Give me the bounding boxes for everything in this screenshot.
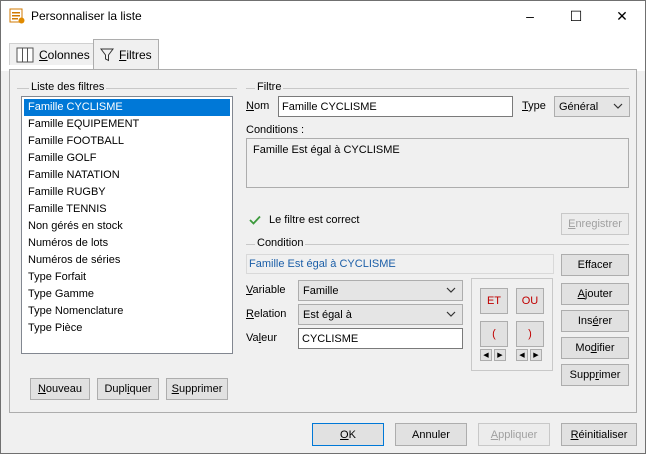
list-item[interactable]: Type Gamme — [24, 286, 230, 303]
list-item[interactable]: Famille GOLF — [24, 150, 230, 167]
open-paren-right-button[interactable]: ▶ — [494, 349, 506, 361]
close-button[interactable]: ✕ — [599, 1, 645, 31]
condition-group-title: Condition — [255, 237, 306, 249]
minimize-button[interactable]: – — [507, 1, 553, 31]
condition-preview: Famille Est égal à CYCLISME — [246, 254, 554, 274]
filter-group-title: Filtre — [255, 81, 284, 93]
list-item[interactable]: Famille RUGBY — [24, 184, 230, 201]
clear-condition-button[interactable]: Effacer — [561, 254, 629, 276]
reset-button[interactable]: Réinitialiser — [561, 423, 637, 446]
save-filter-button[interactable]: Enregistrer — [561, 213, 629, 235]
list-settings-icon — [9, 8, 25, 24]
and-operator-button[interactable]: ET — [480, 288, 508, 314]
apply-button[interactable]: Appliquer — [478, 423, 550, 446]
list-item[interactable]: Non gérés en stock — [24, 218, 230, 235]
delete-condition-button[interactable]: Supp r imer — [561, 364, 629, 386]
name-input[interactable]: Famille CYCLISME — [278, 96, 513, 117]
filter-group-line — [246, 88, 629, 89]
close-paren-right-button[interactable]: ▶ — [530, 349, 542, 361]
modify-condition-button[interactable]: Mo d ifier — [561, 337, 629, 359]
new-filter-button[interactable]: Nouveau — [30, 378, 90, 400]
type-label: Type — [522, 100, 546, 112]
list-item[interactable]: Type Forfait — [24, 269, 230, 286]
list-item[interactable]: Famille CYCLISME — [24, 99, 230, 116]
list-item[interactable]: Famille TENNIS — [24, 201, 230, 218]
relation-select-value: Est égal à — [303, 308, 352, 321]
check-icon — [249, 215, 261, 225]
variable-select-value: Famille — [303, 284, 339, 297]
open-paren-button[interactable]: ( — [480, 321, 508, 347]
list-item[interactable]: Famille FOOTBALL — [24, 133, 230, 150]
filters-list-group-title: Liste des filtres — [29, 81, 107, 93]
delete-filter-button[interactable]: Supprimer — [166, 378, 228, 400]
list-item[interactable]: Type Pièce — [24, 320, 230, 337]
tab-colonnes[interactable]: Colonnes — [9, 43, 97, 65]
variable-select[interactable]: Famille — [298, 280, 463, 301]
open-paren-left-button[interactable]: ◀ — [480, 349, 492, 361]
ok-button[interactable]: OK — [312, 423, 384, 446]
close-icon: ✕ — [616, 7, 628, 24]
insert-condition-button[interactable]: Ins é rer — [561, 310, 629, 332]
window-title: Personnaliser la liste — [31, 9, 142, 23]
list-item[interactable]: Numéros de lots — [24, 235, 230, 252]
or-operator-button[interactable]: OU — [516, 288, 544, 314]
tab-filtres-label: Filtres — [119, 47, 152, 62]
relation-select[interactable]: Est égal à — [298, 304, 463, 325]
chevron-down-icon — [613, 103, 623, 109]
filter-status-text: Le filtre est correct — [269, 214, 360, 226]
duplicate-filter-button[interactable]: Dupl i quer — [97, 378, 159, 400]
type-select[interactable]: Général — [554, 96, 630, 117]
add-condition-button[interactable]: Ajouter — [561, 283, 629, 305]
maximize-button[interactable]: ☐ — [553, 1, 599, 31]
close-paren-button[interactable]: ) — [516, 321, 544, 347]
tab-colonnes-label: Colonnes — [39, 47, 90, 62]
maximize-icon: ☐ — [569, 7, 583, 24]
columns-icon — [16, 47, 34, 62]
cancel-button[interactable]: Annuler — [395, 423, 467, 446]
conditions-label: Conditions : — [246, 124, 305, 136]
conditions-textarea[interactable]: Famille Est égal à CYCLISME — [246, 138, 629, 188]
list-item[interactable]: Famille EQUIPEMENT — [24, 116, 230, 133]
close-paren-left-button[interactable]: ◀ — [516, 349, 528, 361]
relation-label: Relation — [246, 308, 287, 320]
name-label: Nom — [246, 100, 270, 112]
tab-filtres[interactable]: Filtres — [93, 39, 159, 69]
tab-strip: Colonnes Filtres — [1, 31, 645, 71]
dialog-window: Personnaliser la liste – ☐ ✕ Colonnes Fi… — [0, 0, 646, 454]
chevron-down-icon — [446, 311, 456, 317]
filter-icon — [100, 48, 114, 61]
list-item[interactable]: Famille NATATION — [24, 167, 230, 184]
filters-listbox[interactable]: Famille CYCLISME Famille EQUIPEMENT Fami… — [21, 96, 233, 354]
minimize-icon: – — [526, 8, 534, 24]
type-select-value: Général — [559, 100, 599, 113]
value-input[interactable]: CYCLISME — [298, 328, 463, 349]
variable-label: Variable — [246, 284, 286, 296]
list-item[interactable]: Type Nomenclature — [24, 303, 230, 320]
value-label: Valeur — [246, 332, 277, 344]
chevron-down-icon — [446, 287, 456, 293]
list-item[interactable]: Numéros de séries — [24, 252, 230, 269]
title-bar: Personnaliser la liste – ☐ ✕ — [1, 1, 645, 31]
